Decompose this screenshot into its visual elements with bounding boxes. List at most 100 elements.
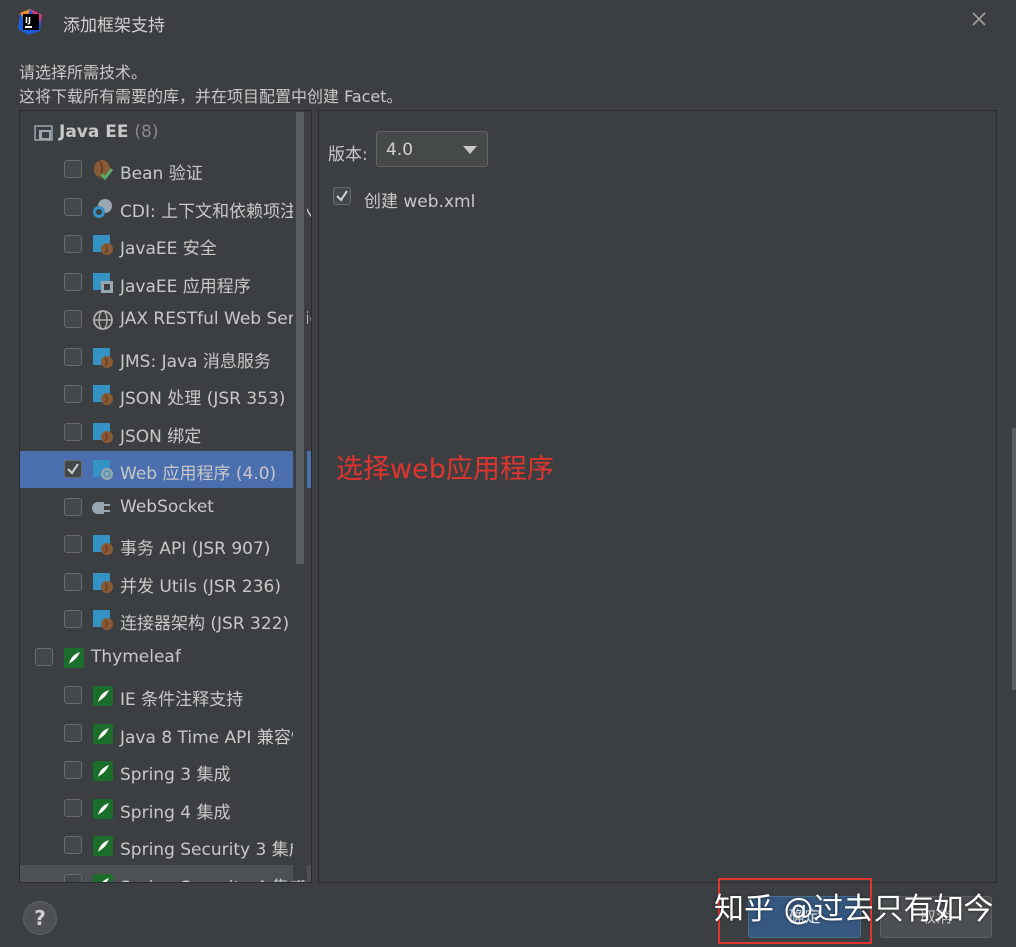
tree-item-label: JavaEE 应用程序 bbox=[120, 276, 251, 297]
tree-item-label: 并发 Utils (JSR 236) bbox=[120, 576, 281, 597]
tree-scrollbar[interactable] bbox=[293, 112, 307, 880]
transaction-icon bbox=[92, 534, 114, 556]
annotation-text: 选择web应用程序 bbox=[336, 454, 554, 485]
thymeleaf-icon bbox=[92, 798, 114, 820]
websocket-icon bbox=[92, 497, 114, 519]
tree-item-checkbox[interactable] bbox=[64, 160, 82, 178]
tree-item-checkbox[interactable] bbox=[64, 197, 82, 216]
tree-item-label: IE 条件注释支持 bbox=[120, 690, 244, 710]
tree-item[interactable]: Spring Security 4 集成 bbox=[20, 864, 311, 883]
version-label: 版本: bbox=[328, 145, 368, 165]
tree-group-javaee-label: Java EE bbox=[59, 122, 129, 142]
thymeleaf-icon bbox=[92, 760, 114, 782]
tree-item[interactable]: JavaEE 应用程序 bbox=[20, 264, 311, 301]
tree-item-checkbox[interactable] bbox=[64, 422, 82, 441]
tree-item-label: Spring Security 4 集成 bbox=[120, 873, 306, 883]
thymeleaf-icon bbox=[92, 685, 114, 707]
tree-item-checkbox[interactable] bbox=[64, 686, 82, 704]
tree-item[interactable]: JAX RESTful Web Services bbox=[20, 301, 311, 338]
close-icon[interactable] bbox=[968, 8, 990, 30]
tree-item-label: JavaEE 安全 bbox=[120, 239, 217, 259]
tree-item-checkbox[interactable] bbox=[64, 272, 82, 291]
tree-item[interactable]: Java 8 Time API 兼容性 bbox=[20, 715, 311, 752]
json-binding-icon bbox=[92, 422, 114, 444]
connector-icon bbox=[92, 609, 114, 631]
svg-text:IJ: IJ bbox=[25, 16, 31, 25]
tree-group-javaee-count: (8) bbox=[134, 122, 159, 142]
javaee-module-icon bbox=[34, 125, 53, 141]
tree-item[interactable]: JMS: Java 消息服务 bbox=[20, 339, 311, 376]
tree-group-javaee[interactable]: Java EE (8) bbox=[20, 114, 311, 151]
cdi-icon bbox=[92, 197, 114, 219]
help-button[interactable]: ? bbox=[23, 901, 57, 935]
tree-item-checkbox[interactable] bbox=[64, 572, 82, 591]
tree-item-checkbox[interactable] bbox=[64, 798, 82, 817]
javaee-app-icon bbox=[92, 272, 114, 294]
version-select[interactable]: 4.0 bbox=[376, 131, 488, 167]
tree-item-label: CDI: 上下文和依赖项注入 bbox=[120, 201, 312, 222]
tree-item[interactable]: Spring Security 3 集成 bbox=[20, 827, 311, 864]
tree-scroll-thumb[interactable] bbox=[296, 112, 304, 564]
title-bar: IJ 添加框架支持 bbox=[0, 0, 1016, 46]
tree-item[interactable]: JSON 绑定 bbox=[20, 414, 311, 451]
tree-item-label: Spring Security 3 集成 bbox=[120, 840, 306, 860]
jms-icon bbox=[92, 347, 114, 369]
tree-item-label: JMS: Java 消息服务 bbox=[120, 351, 271, 372]
tree-item[interactable]: Spring 4 集成 bbox=[20, 790, 311, 827]
tree-item-label: Bean 验证 bbox=[120, 164, 203, 184]
thymeleaf-icon bbox=[92, 723, 114, 745]
thymeleaf-icon bbox=[92, 835, 114, 857]
tree-item[interactable]: IE 条件注释支持 bbox=[20, 677, 311, 714]
thymeleaf-icon bbox=[92, 873, 114, 882]
tree-item-checkbox[interactable] bbox=[64, 761, 82, 779]
version-select-value: 4.0 bbox=[386, 140, 414, 160]
tree-item-label: JSON 绑定 bbox=[120, 426, 202, 447]
technology-tree: Java EE (8) Bean 验证 CDI: 上下文和依赖项注入 JavaEE … bbox=[19, 110, 312, 883]
tree-item-checkbox[interactable] bbox=[64, 610, 82, 628]
create-webxml-label: 创建 web.xml bbox=[364, 192, 476, 212]
tree-group-thymeleaf-label: Thymeleaf bbox=[91, 647, 181, 667]
tree-item[interactable]: Spring 3 集成 bbox=[20, 752, 311, 789]
tree-item-checkbox[interactable] bbox=[64, 497, 82, 516]
watermark: 知乎 @过去只有如今 bbox=[714, 892, 994, 927]
tree-group-thymeleaf[interactable]: Thymeleaf bbox=[20, 639, 311, 676]
json-processing-icon bbox=[92, 384, 114, 406]
window-edge-scrollbar bbox=[1012, 428, 1016, 690]
tree-item-checkbox[interactable] bbox=[64, 310, 82, 328]
tree-item-label: JAX RESTful Web Services bbox=[120, 309, 311, 329]
tree-item[interactable]: 并发 Utils (JSR 236) bbox=[20, 564, 311, 601]
bean-validation-icon bbox=[92, 159, 114, 181]
tree-item[interactable]: 连接器架构 (JSR 322) bbox=[20, 601, 311, 638]
tree-item[interactable]: CDI: 上下文和依赖项注入 bbox=[20, 189, 311, 226]
tree-item-label: JSON 处理 (JSR 353) bbox=[120, 389, 286, 409]
tree-item[interactable]: WebSocket bbox=[20, 489, 311, 526]
tree-item[interactable]: Web 应用程序 (4.0) bbox=[20, 451, 311, 488]
tree-item-checkbox[interactable] bbox=[64, 385, 82, 403]
tree-item-label: 连接器架构 (JSR 322) bbox=[120, 614, 290, 634]
javaee-security-icon bbox=[92, 234, 114, 256]
tree-item-checkbox[interactable] bbox=[64, 873, 82, 882]
intellij-idea-icon: IJ bbox=[18, 9, 42, 35]
concurrency-icon bbox=[92, 572, 114, 594]
tree-item-label: Java 8 Time API 兼容性 bbox=[120, 727, 308, 748]
tree-item-label: Spring 4 集成 bbox=[120, 802, 231, 823]
chevron-down-icon bbox=[463, 146, 477, 154]
tree-item[interactable]: JavaEE 安全 bbox=[20, 226, 311, 263]
tree-item-label: Spring 3 集成 bbox=[120, 765, 231, 785]
create-webxml-checkbox[interactable] bbox=[333, 187, 351, 205]
tree-item[interactable]: 事务 API (JSR 907) bbox=[20, 526, 311, 563]
tree-item-checkbox[interactable] bbox=[64, 535, 82, 553]
web-app-icon bbox=[92, 459, 114, 481]
tree-item-label: Web 应用程序 (4.0) bbox=[120, 464, 277, 484]
tree-item[interactable]: JSON 处理 (JSR 353) bbox=[20, 376, 311, 413]
tree-item-checkbox[interactable] bbox=[64, 723, 82, 742]
tree-item-checkbox[interactable] bbox=[64, 836, 82, 854]
description-line-2: 这将下载所有需要的库，并在项目配置中创建 Facet。 bbox=[19, 87, 403, 106]
description-line-1: 请选择所需技术。 bbox=[19, 63, 148, 82]
tree-item[interactable]: Bean 验证 bbox=[20, 151, 311, 188]
tree-item-checkbox[interactable] bbox=[64, 460, 82, 478]
tree-item-checkbox[interactable] bbox=[64, 235, 82, 253]
settings-panel bbox=[318, 110, 997, 883]
tree-item-checkbox[interactable] bbox=[64, 347, 82, 366]
thymeleaf-checkbox[interactable] bbox=[35, 648, 53, 666]
